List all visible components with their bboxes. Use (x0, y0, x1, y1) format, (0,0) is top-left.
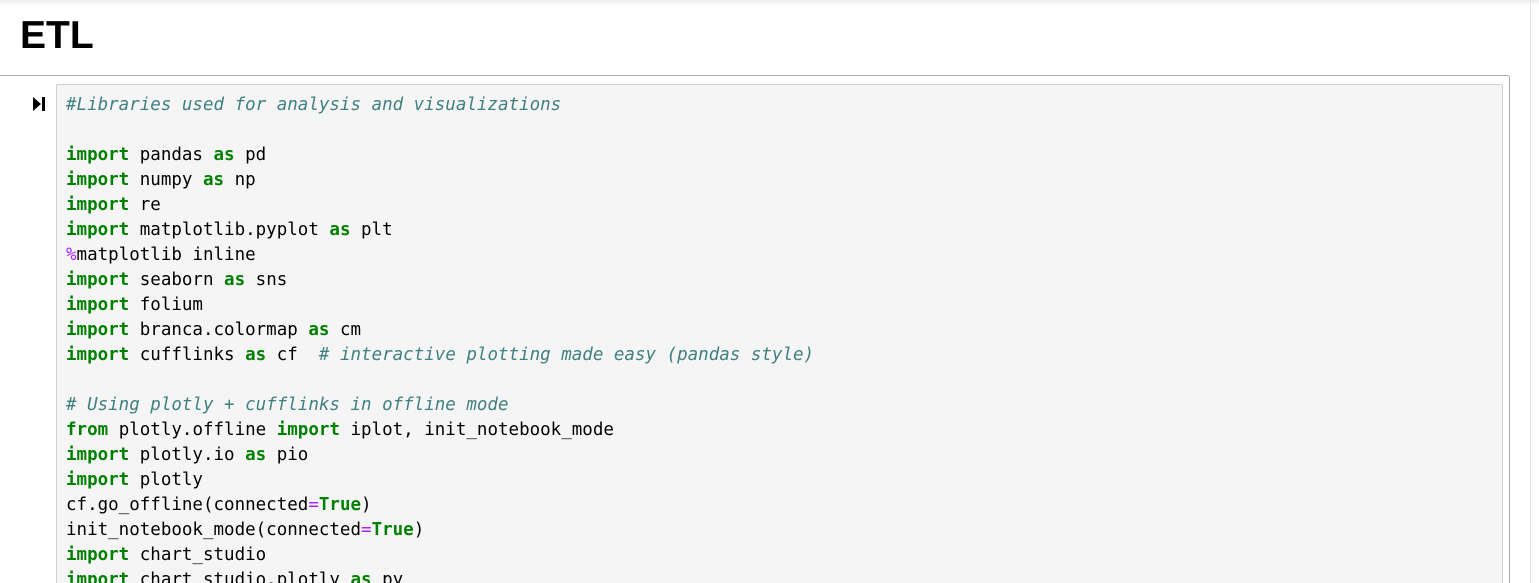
code-token: matplotlib inline (76, 245, 256, 265)
code-line: # Using plotly + cufflinks in offline mo… (66, 393, 814, 418)
code-editor[interactable]: #Libraries used for analysis and visuali… (66, 93, 814, 583)
code-line: import branca.colormap as cm (66, 318, 814, 343)
code-keyword: import (66, 570, 130, 583)
code-line: import chart_studio (66, 543, 814, 568)
code-keyword: as (329, 220, 351, 240)
code-token: cufflinks (129, 345, 246, 365)
code-line: from plotly.offline import iplot, init_n… (66, 418, 814, 443)
code-token: pd (234, 145, 267, 165)
code-keyword: import (66, 270, 130, 290)
section-heading: ETL (20, 14, 94, 57)
code-token: pandas (129, 145, 214, 165)
code-keyword: as (350, 570, 372, 583)
code-token: plotly.io (129, 445, 246, 465)
code-keyword: as (245, 345, 267, 365)
code-line: import seaborn as sns (66, 268, 814, 293)
code-line: import folium (66, 293, 814, 318)
code-token: ) (361, 495, 372, 515)
run-cell-icon[interactable] (32, 96, 46, 112)
code-token: pio (266, 445, 309, 465)
code-operator: = (361, 520, 372, 540)
code-keyword: import (66, 145, 130, 165)
code-line: import cufflinks as cf # interactive plo… (66, 343, 814, 368)
code-token: chart_studio (129, 545, 267, 565)
code-line: import re (66, 193, 814, 218)
code-token: matplotlib.pyplot (129, 220, 330, 240)
code-operator: % (66, 245, 77, 265)
code-line: init_notebook_mode(connected=True) (66, 518, 814, 543)
code-line: cf.go_offline(connected=True) (66, 493, 814, 518)
code-token: init_notebook_mode(connected (66, 520, 362, 540)
code-token: cm (329, 320, 362, 340)
code-line: import chart_studio.plotly as py (66, 568, 814, 583)
code-token: numpy (129, 170, 203, 190)
code-token: plotly (129, 470, 203, 490)
code-token: chart_studio.plotly (129, 570, 351, 583)
code-token: cf.go_offline(connected (66, 495, 309, 515)
code-line: import plotly.io as pio (66, 443, 814, 468)
code-keyword: as (245, 445, 267, 465)
code-keyword: import (66, 195, 130, 215)
code-token: cf (266, 345, 319, 365)
code-line: import matplotlib.pyplot as plt (66, 218, 814, 243)
code-line: import pandas as pd (66, 143, 814, 168)
code-line: #Libraries used for analysis and visuali… (66, 93, 814, 118)
code-keyword: import (66, 545, 130, 565)
right-divider (1530, 0, 1531, 583)
code-input-area[interactable]: #Libraries used for analysis and visuali… (56, 84, 1503, 583)
code-keyword: import (66, 345, 130, 365)
code-keyword: import (66, 445, 130, 465)
top-shadow (0, 0, 1539, 6)
code-token: folium (129, 295, 203, 315)
code-token: branca.colormap (129, 320, 309, 340)
code-keyword: True (371, 520, 414, 540)
code-token: seaborn (129, 270, 225, 290)
code-line: import numpy as np (66, 168, 814, 193)
code-keyword: as (308, 320, 330, 340)
code-line: import plotly (66, 468, 814, 493)
code-keyword: import (276, 420, 340, 440)
code-keyword: import (66, 295, 130, 315)
code-keyword: import (66, 170, 130, 190)
code-token: sns (245, 270, 288, 290)
code-comment: #Libraries used for analysis and visuali… (66, 95, 562, 115)
code-keyword: as (213, 145, 235, 165)
code-token: iplot, init_notebook_mode (339, 420, 614, 440)
code-keyword: from (66, 420, 109, 440)
code-keyword: import (66, 320, 130, 340)
code-token: plotly.offline (108, 420, 277, 440)
code-token: np (224, 170, 256, 190)
code-comment: # interactive plotting made easy (pandas… (318, 345, 815, 365)
code-token: py (371, 570, 404, 583)
code-keyword: import (66, 470, 130, 490)
code-comment: # Using plotly + cufflinks in offline mo… (66, 395, 509, 415)
code-token: plt (350, 220, 393, 240)
code-keyword: True (318, 495, 362, 515)
code-token: ) (413, 520, 425, 540)
code-keyword: import (66, 220, 130, 240)
code-line: %matplotlib inline (66, 243, 814, 268)
code-token: re (129, 195, 161, 215)
code-keyword: as (202, 170, 225, 190)
code-keyword: as (224, 270, 246, 290)
code-operator: = (308, 495, 319, 515)
